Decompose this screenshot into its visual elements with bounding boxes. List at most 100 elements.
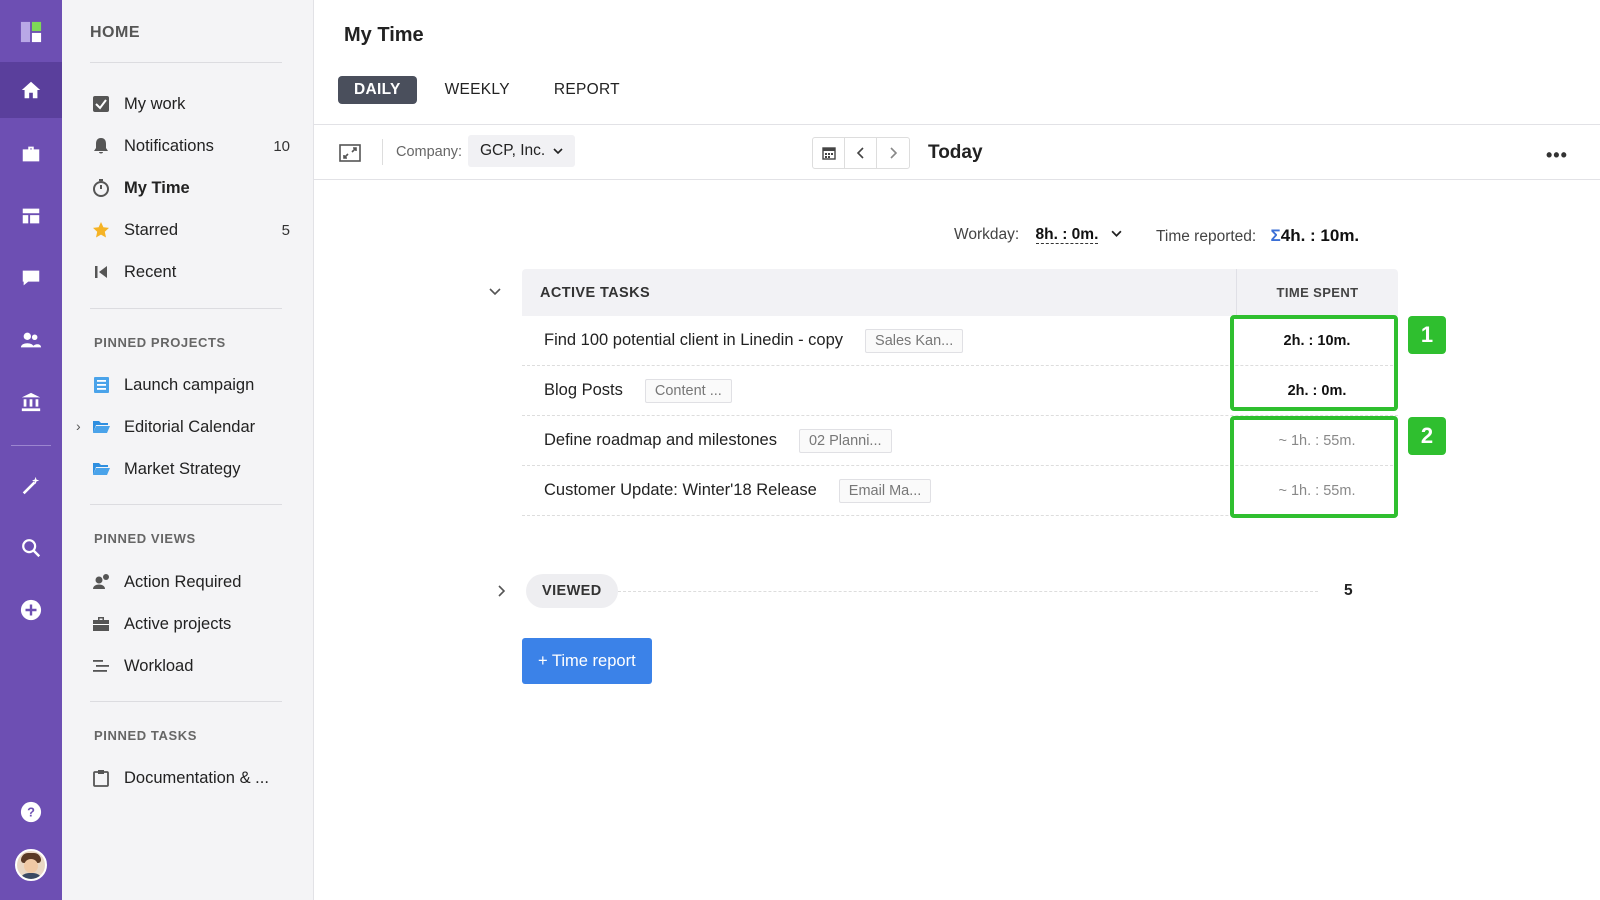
home-icon[interactable] [0,62,62,118]
starred-count: 5 [281,221,290,239]
viewed-label[interactable]: VIEWED [526,574,618,608]
bank-icon[interactable] [0,374,62,430]
stopwatch-icon [90,177,112,199]
sidebar-item-starred[interactable]: Starred 5 [90,212,290,248]
calendar-icon[interactable] [813,138,845,168]
header-active-tasks: ACTIVE TASKS [540,284,651,301]
sidebar-item-notifications[interactable]: Notifications 10 [90,128,290,164]
task-name[interactable]: Find 100 potential client in Linedin - c… [544,331,843,350]
sidebar-item-label: Active projects [124,614,232,633]
view-tabs: DAILY WEEKLY REPORT [338,76,648,104]
sidebar-divider [90,504,282,505]
dashboard-icon[interactable] [0,188,62,244]
user-avatar[interactable] [15,849,47,881]
checkbox-icon [90,93,112,115]
project-tag[interactable]: Content ... [644,378,732,403]
magic-wand-icon[interactable] [0,458,62,514]
sidebar-item-label: Action Required [124,572,242,591]
briefcase-icon[interactable] [0,126,62,182]
task-name[interactable]: Define roadmap and milestones [544,431,777,450]
tab-report[interactable]: REPORT [538,76,636,104]
sidebar-item-label: Market Strategy [124,459,241,478]
table-header: ACTIVE TASKS TIME SPENT [522,269,1398,316]
search-icon[interactable] [0,520,62,576]
workday-value[interactable]: 8h. : 0m. [1035,226,1099,244]
toolbar: Company: GCP, Inc. Today ••• [314,124,1600,180]
company-label: Company: [396,144,463,160]
viewed-section: VIEWED 5 [494,574,1374,608]
workday-summary: Workday: 8h. : 0m. [954,226,1122,244]
tab-daily[interactable]: DAILY [338,76,417,104]
chevron-right-icon[interactable]: › [76,418,81,434]
viewed-count: 5 [1344,582,1353,599]
pinned-task-documentation[interactable]: Documentation & ... [90,760,290,796]
project-tag[interactable]: Sales Kan... [865,328,964,353]
workday-label: Workday: [954,226,1020,243]
rail-divider [11,445,51,446]
briefcase-icon [90,613,112,635]
chevron-down-icon [553,148,563,155]
highlight-badge-1: 1 [1408,316,1446,354]
sidebar-divider [90,701,282,702]
viewed-divider [618,591,1318,592]
app-logo-icon[interactable] [0,4,62,60]
sidebar-item-label: My Time [124,178,190,197]
header-time-spent: TIME SPENT [1236,269,1398,316]
notifications-count: 10 [273,137,290,155]
expand-icon[interactable] [338,141,362,165]
clipboard-icon [90,767,112,789]
document-list-icon [90,374,112,396]
toolbar-divider [382,139,383,165]
project-tag[interactable]: 02 Planni... [798,428,892,453]
sidebar-item-label: Notifications [124,136,214,155]
pinned-project-market-strategy[interactable]: Market Strategy [90,451,290,487]
more-options-icon[interactable]: ••• [1546,145,1568,166]
company-select[interactable]: GCP, Inc. [468,135,576,167]
chevron-right-icon[interactable] [494,584,508,598]
sidebar-item-my-work[interactable]: My work [90,86,290,122]
pinned-projects-heading: PINNED PROJECTS [94,335,226,350]
icon-rail: ? [0,0,62,900]
highlight-box-2 [1230,416,1398,518]
pinned-view-active-projects[interactable]: Active projects [90,606,290,642]
help-icon[interactable]: ? [0,784,62,840]
sidebar-item-label: Launch campaign [124,375,255,394]
add-time-report-button[interactable]: + Time report [522,638,652,684]
skip-back-icon [90,261,112,283]
pinned-view-workload[interactable]: Workload [90,648,290,684]
time-reported-label: Time reported: [1156,228,1257,245]
pinned-project-editorial-calendar[interactable]: Editorial Calendar [90,409,290,445]
sidebar: HOME My work Notifications 10 My Time St… [62,0,314,900]
chevron-down-icon[interactable] [1111,228,1122,239]
sidebar-divider [90,62,282,63]
project-tag[interactable]: Email Ma... [838,478,932,503]
star-icon [90,219,112,241]
company-value: GCP, Inc. [480,142,546,159]
sidebar-item-recent[interactable]: Recent [90,254,290,290]
sidebar-item-label: Editorial Calendar [124,417,256,436]
task-name[interactable]: Customer Update: Winter'18 Release [544,481,817,500]
pinned-project-launch-campaign[interactable]: Launch campaign [90,367,290,403]
chevron-down-icon[interactable] [488,285,502,299]
tab-weekly[interactable]: WEEKLY [429,76,526,104]
chat-icon[interactable] [0,250,62,306]
sidebar-home-label[interactable]: HOME [90,24,140,42]
date-label: Today [928,142,983,163]
sidebar-item-my-time[interactable]: My Time [90,170,290,206]
pinned-views-heading: PINNED VIEWS [94,531,196,546]
folder-open-icon [90,458,112,480]
svg-text:?: ? [27,805,35,820]
task-name[interactable]: Blog Posts [544,381,623,400]
highlight-box-1 [1230,315,1398,411]
sigma-icon: Σ [1270,226,1281,245]
users-icon[interactable] [0,312,62,368]
date-navigator [812,137,910,169]
chevron-left-icon[interactable] [845,138,877,168]
user-alert-icon [90,571,112,593]
pinned-view-action-required[interactable]: Action Required [90,564,290,600]
sidebar-item-label: Starred [124,220,179,239]
pinned-tasks-heading: PINNED TASKS [94,728,198,743]
add-circle-icon[interactable] [0,582,62,638]
chevron-right-icon[interactable] [877,138,909,168]
bell-icon [90,135,112,157]
